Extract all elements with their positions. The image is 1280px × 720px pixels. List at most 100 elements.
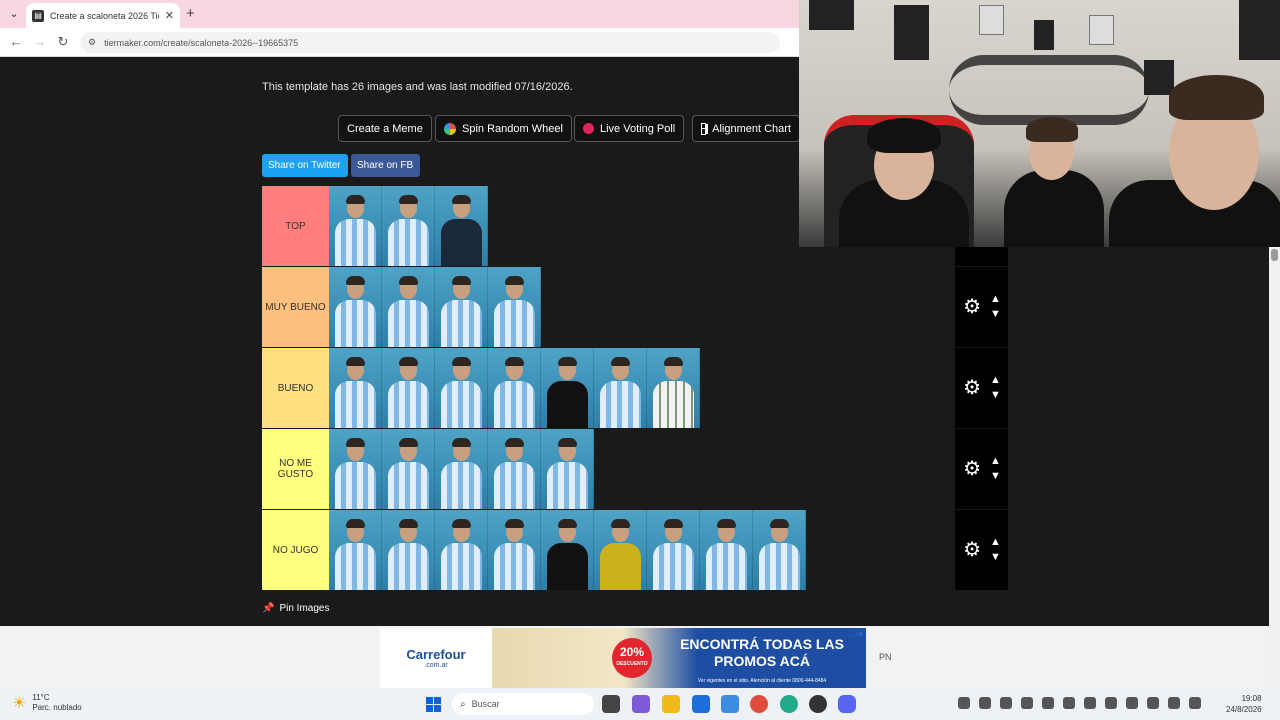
pin-images-toggle[interactable]: 📌 Pin Images (262, 603, 329, 614)
player-card[interactable] (329, 510, 382, 590)
share-fb-button[interactable]: Share on FB (351, 154, 420, 177)
player-card[interactable] (488, 429, 541, 509)
live-poll-button[interactable]: Live Voting Poll (574, 115, 685, 142)
chevron-down-icon[interactable]: ▼ (990, 309, 1001, 320)
tray-app-icon[interactable] (1105, 697, 1117, 709)
chevron-up-icon[interactable]: ▲ (990, 294, 1001, 305)
store-icon[interactable] (692, 695, 710, 713)
player-card[interactable] (435, 429, 488, 509)
chevron-down-icon[interactable]: ▼ (990, 552, 1001, 563)
player-card[interactable] (329, 429, 382, 509)
player-card[interactable] (435, 348, 488, 428)
player-card[interactable] (488, 267, 541, 347)
discord-icon[interactable] (838, 695, 856, 713)
tier-label[interactable]: NO JUGO (262, 510, 329, 590)
gear-icon[interactable]: ⚙ (962, 540, 982, 560)
tier-label[interactable]: BUENO (262, 348, 329, 428)
spin-wheel-label: Spin Random Wheel (462, 122, 563, 135)
create-meme-button[interactable]: Create a Meme (338, 115, 432, 142)
chevron-up-icon[interactable]: ▲ (990, 375, 1001, 386)
alignment-chart-button[interactable]: Alignment Chart (692, 115, 800, 142)
player-card[interactable] (382, 429, 435, 509)
tier-items[interactable] (329, 267, 955, 347)
battery-icon[interactable] (1189, 697, 1201, 709)
chevron-down-icon[interactable]: ▼ (990, 471, 1001, 482)
tray-app-icon[interactable] (1084, 697, 1096, 709)
share-twitter-button[interactable]: Share on Twitter (262, 154, 348, 177)
ad-fine-print: Ver vigentes en el sitio. Atención al cl… (697, 678, 827, 684)
player-card[interactable] (488, 348, 541, 428)
player-card[interactable] (488, 510, 541, 590)
tray-app-icon[interactable] (1021, 697, 1033, 709)
player-card[interactable] (647, 510, 700, 590)
chevron-up-icon[interactable]: ▲ (990, 537, 1001, 548)
player-card[interactable] (329, 267, 382, 347)
volume-icon[interactable] (1168, 697, 1180, 709)
weather-text: 11°C Parc. nublado (32, 693, 81, 713)
tab-search-icon[interactable]: ⌄ (6, 6, 22, 22)
close-icon[interactable]: ✕ (165, 9, 174, 22)
carrefour-ad[interactable]: Carrefour .com.ar 20% DESCUENTO ENCONTRÁ… (380, 628, 866, 688)
task-view-icon[interactable] (602, 695, 620, 713)
player-card[interactable] (329, 348, 382, 428)
tier-label[interactable]: MUY BUENO (262, 267, 329, 347)
tray-app-icon[interactable] (979, 697, 991, 709)
player-card[interactable] (435, 510, 488, 590)
weather-widget[interactable]: ☀ 11°C Parc. nublado (12, 693, 82, 713)
tier-items[interactable] (329, 510, 955, 590)
ad-side-label: PN (879, 652, 892, 662)
obs-icon[interactable] (809, 695, 827, 713)
taskbar-search[interactable]: ⌕ Buscar (452, 693, 594, 715)
player-card[interactable] (594, 348, 647, 428)
back-icon[interactable]: ← (8, 34, 24, 50)
player-card[interactable] (382, 267, 435, 347)
player-card[interactable] (541, 348, 594, 428)
tray-app-icon[interactable] (1063, 697, 1075, 709)
tier-items[interactable] (329, 429, 955, 509)
scrollbar-thumb[interactable] (1271, 249, 1278, 261)
site-info-icon[interactable]: ⚙ (88, 37, 96, 48)
player-card[interactable] (382, 510, 435, 590)
gear-icon[interactable]: ⚙ (962, 297, 982, 317)
chrome-icon[interactable] (750, 695, 768, 713)
player-card[interactable] (329, 186, 382, 266)
edge-icon[interactable] (780, 695, 798, 713)
tray-chevron-icon[interactable] (958, 697, 970, 709)
player-card[interactable] (435, 186, 488, 266)
grid-icon (701, 122, 708, 135)
browser-tab[interactable]: ▤ Create a scaloneta 2026 Tier Li ✕ (26, 3, 180, 28)
tier-label[interactable]: NO ME GUSTO (262, 429, 329, 509)
new-tab-icon[interactable]: + (186, 5, 195, 22)
file-explorer-icon[interactable] (662, 695, 680, 713)
player-card[interactable] (753, 510, 806, 590)
tray-app-icon[interactable] (1042, 697, 1054, 709)
tier-label[interactable]: TOP (262, 186, 329, 266)
forward-icon[interactable]: → (32, 34, 48, 50)
gear-icon[interactable]: ⚙ (962, 459, 982, 479)
tray-app-icon[interactable] (1126, 697, 1138, 709)
settings-icon[interactable] (721, 695, 739, 713)
player-card[interactable] (541, 510, 594, 590)
player-card[interactable] (541, 429, 594, 509)
copilot-icon[interactable] (632, 695, 650, 713)
player-card[interactable] (647, 348, 700, 428)
page-scrollbar[interactable] (1269, 247, 1280, 688)
url-field[interactable]: ⚙ tiermaker.com/create/scaloneta-2026--1… (80, 32, 780, 53)
network-icon[interactable] (1147, 697, 1159, 709)
tray-app-icon[interactable] (1000, 697, 1012, 709)
reload-icon[interactable]: ↻ (55, 34, 71, 50)
gear-icon[interactable]: ⚙ (962, 378, 982, 398)
player-card[interactable] (382, 186, 435, 266)
chevron-down-icon[interactable]: ▼ (990, 390, 1001, 401)
chevron-up-icon[interactable]: ▲ (990, 456, 1001, 467)
player-card[interactable] (700, 510, 753, 590)
player-card[interactable] (382, 348, 435, 428)
player-card[interactable] (594, 510, 647, 590)
ad-choices-icon[interactable]: ⓘ✕ (849, 629, 864, 640)
windows-start-icon[interactable] (426, 697, 441, 712)
url-text: tiermaker.com/create/scaloneta-2026--196… (104, 37, 299, 48)
taskbar-clock[interactable]: 19:08 24/8/2026 (1226, 693, 1262, 715)
tier-items[interactable] (329, 348, 955, 428)
player-card[interactable] (435, 267, 488, 347)
spin-wheel-button[interactable]: Spin Random Wheel (435, 115, 572, 142)
